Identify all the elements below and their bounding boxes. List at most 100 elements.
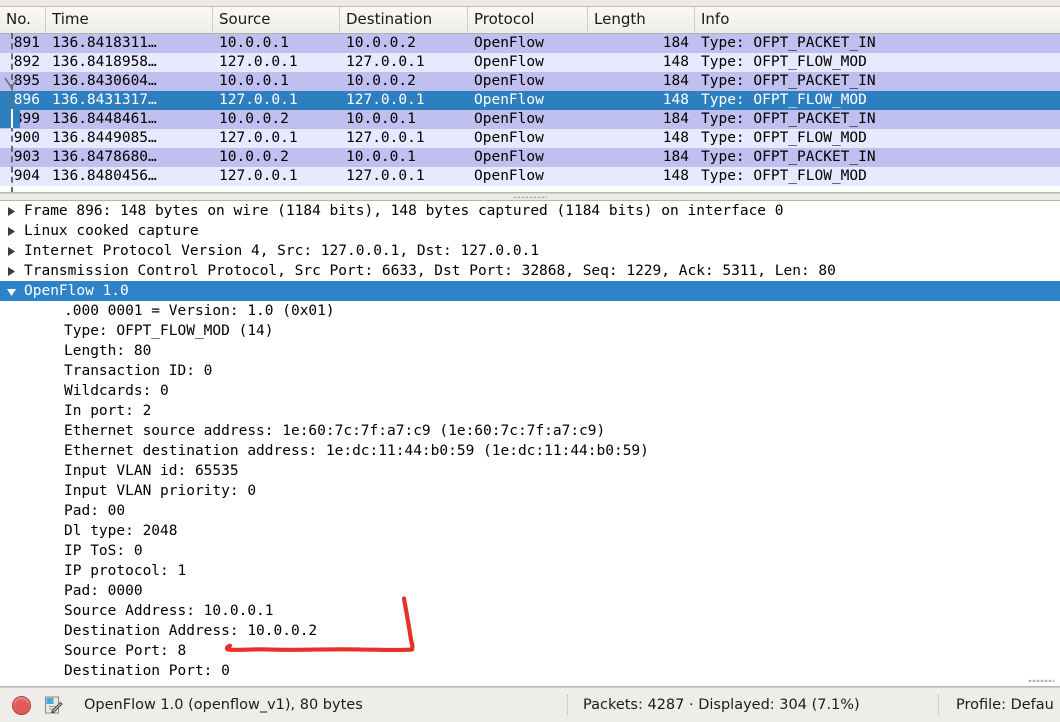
status-bar-separator-1	[567, 695, 568, 715]
table-row[interactable]: 899 136.8448461… 10.0.0.2 10.0.0.1 OpenFlow 1…	[0, 110, 1060, 129]
cell-destination: 10.0.0.1	[346, 149, 416, 165]
detail-tree-field[interactable]: .000 0001 = Version: 1.0 (0x01)	[0, 301, 1060, 321]
cell-protocol: OpenFlow	[474, 35, 544, 51]
detail-tree-field[interactable]: Source Address: 10.0.0.1	[0, 601, 1060, 621]
detail-tree-field-label: Wildcards: 0	[64, 383, 169, 399]
column-header-info[interactable]: Info	[695, 7, 1060, 33]
status-bar: OpenFlow 1.0 (openflow_v1), 80 bytes Pac…	[0, 679, 1060, 722]
cell-time: 136.8418958…	[52, 54, 157, 70]
detail-tree-node-label: Internet Protocol Version 4, Src: 127.0.…	[24, 243, 540, 259]
cell-protocol: OpenFlow	[474, 92, 544, 108]
chevron-right-icon[interactable]	[6, 241, 20, 261]
column-header-protocol[interactable]: Protocol	[468, 7, 588, 33]
column-header-time[interactable]: Time	[46, 7, 213, 33]
detail-tree-node-label: Linux cooked capture	[24, 223, 199, 239]
packet-list-rows[interactable]: 891 136.8418311… 10.0.0.1 10.0.0.2 OpenFlow 1…	[0, 34, 1060, 186]
cell-destination: 127.0.0.1	[346, 54, 425, 70]
detail-tree-field[interactable]: In port: 2	[0, 401, 1060, 421]
detail-tree-node-label: Frame 896: 148 bytes on wire (1184 bits)…	[24, 203, 784, 219]
detail-tree-field-label: In port: 2	[64, 403, 152, 419]
detail-tree-node[interactable]: Linux cooked capture	[0, 221, 1060, 241]
detail-tree-field-label: Destination Address: 10.0.0.2	[64, 623, 318, 639]
cell-info: Type: OFPT_PACKET_IN	[701, 35, 876, 51]
expert-info-red-circle-icon[interactable]	[10, 694, 32, 716]
detail-tree-field-label: Length: 80	[64, 343, 152, 359]
chevron-right-icon[interactable]	[6, 221, 20, 241]
selected-field-status: OpenFlow 1.0 (openflow_v1), 80 bytes	[84, 697, 363, 713]
detail-tree-field[interactable]: IP ToS: 0	[0, 541, 1060, 561]
detail-tree-field[interactable]: Ethernet destination address: 1e:dc:11:4…	[0, 441, 1060, 461]
detail-tree-node[interactable]: Internet Protocol Version 4, Src: 127.0.…	[0, 241, 1060, 261]
cell-time: 136.8418311…	[52, 35, 157, 51]
detail-tree-field[interactable]: Transaction ID: 0	[0, 361, 1060, 381]
detail-tree-field-label: .000 0001 = Version: 1.0 (0x01)	[64, 303, 335, 319]
detail-tree-field-label: Ethernet destination address: 1e:dc:11:4…	[64, 443, 649, 459]
packet-details-pane[interactable]: Frame 896: 148 bytes on wire (1184 bits)…	[0, 201, 1060, 687]
cell-length: 184	[662, 35, 689, 51]
detail-tree-node-label: OpenFlow 1.0	[24, 283, 129, 299]
column-header-destination[interactable]: Destination	[340, 7, 468, 33]
table-row[interactable]: 891 136.8418311… 10.0.0.1 10.0.0.2 OpenFlow 1…	[0, 34, 1060, 53]
detail-tree-field-label: Source Address: 10.0.0.1	[64, 603, 274, 619]
column-header-no[interactable]: No.	[0, 7, 46, 33]
cell-protocol: OpenFlow	[474, 73, 544, 89]
detail-tree-node[interactable]: OpenFlow 1.0	[0, 281, 1060, 301]
detail-tree-node[interactable]: Frame 896: 148 bytes on wire (1184 bits)…	[0, 201, 1060, 221]
cell-source: 10.0.0.1	[219, 35, 289, 51]
table-row[interactable]: 903 136.8478680… 10.0.0.2 10.0.0.1 OpenFlow 1…	[0, 148, 1060, 167]
cell-no: 900	[13, 130, 40, 146]
table-row[interactable]: 892 136.8418958… 127.0.0.1 127.0.0.1 OpenFlo…	[0, 53, 1060, 72]
detail-tree-field-label: Input VLAN id: 65535	[64, 463, 239, 479]
pane-divider-grip[interactable]	[513, 196, 547, 198]
cell-length: 148	[662, 130, 689, 146]
cell-info: Type: OFPT_FLOW_MOD	[701, 130, 867, 146]
detail-tree-field[interactable]: Pad: 0000	[0, 581, 1060, 601]
detail-tree-field-label: Input VLAN priority: 0	[64, 483, 257, 499]
cell-source: 10.0.0.2	[219, 111, 289, 127]
cell-time: 136.8431317…	[52, 92, 157, 108]
packet-list-pane[interactable]: No. Time Source Destination Protocol Length In…	[0, 7, 1060, 193]
cell-info: Type: OFPT_FLOW_MOD	[701, 92, 867, 108]
cell-time: 136.8449085…	[52, 130, 157, 146]
cell-length: 184	[662, 73, 689, 89]
column-header-length[interactable]: Length	[588, 7, 695, 33]
table-row[interactable]: 895 136.8430604… 10.0.0.1 10.0.0.2 OpenFlow 1…	[0, 72, 1060, 91]
cell-source: 127.0.0.1	[219, 92, 298, 108]
detail-tree-field[interactable]: Wildcards: 0	[0, 381, 1060, 401]
detail-tree-field[interactable]: Destination Address: 10.0.0.2	[0, 621, 1060, 641]
detail-tree-field[interactable]: Input VLAN priority: 0	[0, 481, 1060, 501]
capture-file-properties-icon[interactable]	[42, 694, 64, 716]
packet-list-header[interactable]: No. Time Source Destination Protocol Length In…	[0, 7, 1060, 34]
detail-tree-field-label: Type: OFPT_FLOW_MOD (14)	[64, 323, 274, 339]
table-row[interactable]: 896 136.8431317… 127.0.0.1 127.0.0.1 OpenFlo…	[0, 91, 1060, 110]
detail-tree-node[interactable]: Transmission Control Protocol, Src Port:…	[0, 261, 1060, 281]
cell-no: 899	[13, 111, 40, 127]
cell-length: 184	[662, 111, 689, 127]
detail-tree-field[interactable]: IP protocol: 1	[0, 561, 1060, 581]
detail-tree-field[interactable]: Ethernet source address: 1e:60:7c:7f:a7:…	[0, 421, 1060, 441]
cell-source: 127.0.0.1	[219, 168, 298, 184]
chevron-right-icon[interactable]	[6, 201, 20, 221]
detail-tree-field[interactable]: Length: 80	[0, 341, 1060, 361]
cell-length: 148	[662, 168, 689, 184]
detail-tree-field[interactable]: Destination Port: 0	[0, 661, 1060, 681]
cell-length: 184	[662, 149, 689, 165]
cell-destination: 10.0.0.2	[346, 35, 416, 51]
column-header-source[interactable]: Source	[213, 7, 340, 33]
table-row[interactable]: 900 136.8449085… 127.0.0.1 127.0.0.1 OpenFlo…	[0, 129, 1060, 148]
cell-no: 892	[13, 54, 40, 70]
cell-protocol: OpenFlow	[474, 111, 544, 127]
chevron-down-icon[interactable]	[6, 281, 20, 301]
detail-tree-field[interactable]: Type: OFPT_FLOW_MOD (14)	[0, 321, 1060, 341]
detail-tree-field[interactable]: Dl type: 2048	[0, 521, 1060, 541]
detail-tree-field[interactable]: Input VLAN id: 65535	[0, 461, 1060, 481]
status-bar-grip	[1028, 679, 1054, 682]
profile-status[interactable]: Profile: Defau	[956, 697, 1054, 713]
cell-destination: 10.0.0.1	[346, 111, 416, 127]
detail-tree-field[interactable]: Source Port: 8	[0, 641, 1060, 661]
detail-tree-field[interactable]: Pad: 00	[0, 501, 1060, 521]
cell-no: 891	[13, 35, 40, 51]
table-row[interactable]: 904 136.8480456… 127.0.0.1 127.0.0.1 OpenFlo…	[0, 167, 1060, 186]
pane-divider[interactable]	[0, 193, 1060, 201]
chevron-right-icon[interactable]	[6, 261, 20, 281]
